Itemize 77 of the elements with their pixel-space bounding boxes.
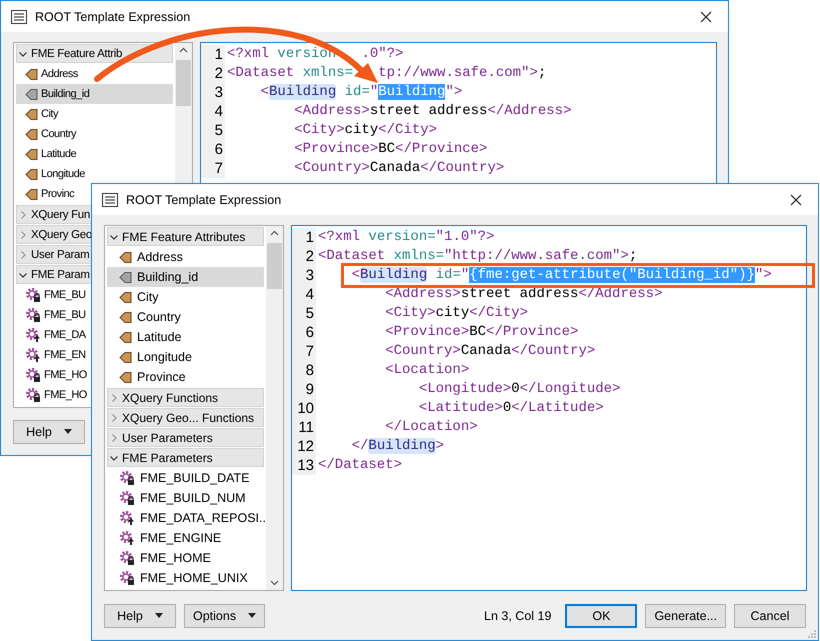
item-label: Country [41,128,76,140]
item-label: Provinc [41,188,74,200]
item-label: City [41,108,58,120]
code-line: <City>city</City> [293,121,438,140]
code-line: <City>city</City> [384,304,528,323]
item-label: FME_BU [44,289,86,301]
item-label: City [137,290,159,304]
code-line: <Location> [384,361,470,380]
item-label: FME_HO [44,369,87,381]
section-label: User Parameters [122,430,213,444]
line-number: 1 [201,45,225,64]
item-label: Latitude [137,330,182,344]
line-number: 5 [201,121,225,140]
line-number: 4 [292,285,316,304]
item-label: Country [137,310,181,324]
line-number: 10 [292,399,316,418]
item-label: Building_id [41,88,90,100]
line-number: 8 [292,361,316,380]
section-label: FME Parameters [122,450,213,464]
section-label: XQuery Fun [31,208,90,220]
line-number: 3 [201,83,225,102]
line-number: 13 [292,456,316,475]
item-label: FME_ENGINE [140,531,222,545]
item-label: Building_id [137,270,198,284]
line-number: 1 [292,228,316,247]
section-label: User Param [31,248,90,260]
line-number: 7 [201,159,225,178]
cursor-position: Ln 3, Col 19 [484,608,552,622]
code-line: <Country>Canada</Country> [293,159,504,178]
code-line: <Country>Canada</Country> [384,342,596,361]
line-number: 6 [201,140,225,159]
section-label: FME Feature Attrib [31,48,122,60]
code-line: </Dataset> [317,456,402,475]
code-line: <Dataset xmlns="http://www.safe.com">; [317,247,638,266]
code-line: <Dataset xmlns= tp://www.safe.com">; [226,64,546,83]
section-label: FME Param [31,268,90,280]
window-title: ROOT Template Expression [126,192,282,206]
code-line: <Longitude>0</Longitude> [418,380,620,399]
code-line: <Province>BC</Province> [293,140,488,159]
section-label: XQuery Geo... Functions [122,410,254,424]
code-line: <?xml version="1.0"?> [317,228,494,247]
item-label: FME_BUILD_DATE [140,471,250,485]
code-line: </Building> [350,437,444,456]
line-number: 5 [292,304,316,323]
line-number: 7 [292,342,316,361]
item-label: Address [41,68,78,80]
line-number: 2 [292,247,316,266]
code-line: <Province>BC</Province> [384,323,578,342]
code-line: <Address>street address</Address> [384,285,662,304]
line-number: 6 [292,323,316,342]
code-line: </Location> [384,418,478,437]
item-label: Latitude [41,148,76,160]
line-number: 9 [292,380,316,399]
line-number: 2 [201,64,225,83]
item-label: Province [137,370,186,384]
item-label: Address [137,250,183,264]
item-label: FME_HO [44,389,87,401]
code-line: <Latitude>0</Latitude> [418,399,604,418]
line-number: 4 [201,102,225,121]
item-label: FME_BUILD_NUM [140,491,246,505]
code-line: <Building id="Building"> [260,83,462,102]
section-label: XQuery Geo [31,228,92,240]
item-label: FME_HOME_UNIX [140,571,248,585]
item-label: FME_DA [44,329,86,341]
item-label: Longitude [41,168,85,180]
item-label: FME_BU [44,309,86,321]
item-label: FME_DATA_REPOSI... [140,511,266,525]
line-number: 3 [292,266,316,285]
item-label: Longitude [137,350,192,364]
section-label: FME Feature Attributes [122,230,246,244]
item-label: FME_HOME [140,551,211,565]
code-line: <Address>street address</Address> [293,102,572,121]
item-label: FME_EN [44,349,86,361]
window-title: ROOT Template Expression [35,10,192,24]
section-label: XQuery Functions [122,390,218,404]
line-number: 11 [292,418,316,437]
line-number: 12 [292,437,316,456]
